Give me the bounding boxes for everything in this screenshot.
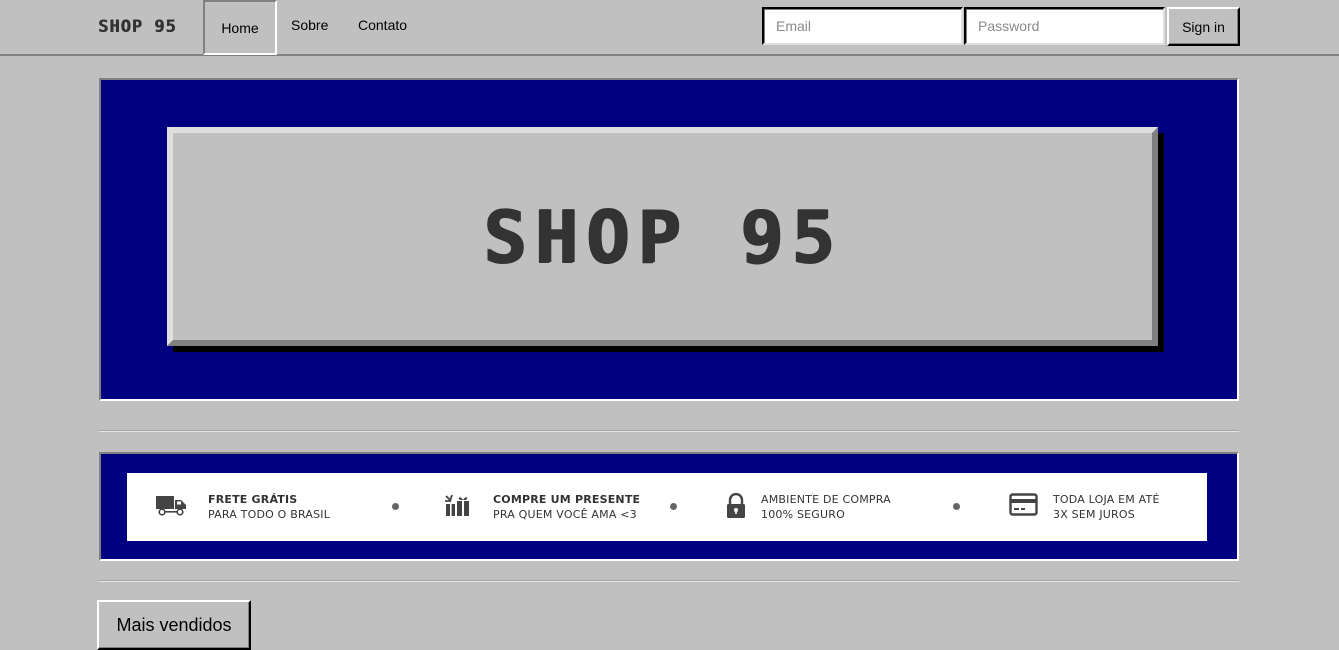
benefit-title: TODA LOJA EM ATÉ bbox=[1053, 493, 1160, 506]
hero-title: SHOP 95 bbox=[482, 195, 843, 279]
sign-in-button[interactable]: Sign in bbox=[1167, 7, 1240, 46]
benefits-strip: FRETE GRÁTIS PARA TODO O BRASIL COMPRE U… bbox=[127, 473, 1207, 541]
benefit-title: AMBIENTE DE COMPRA bbox=[761, 493, 891, 506]
password-input[interactable] bbox=[964, 7, 1165, 45]
divider bbox=[99, 580, 1239, 582]
navbar: SHOP 95 Home Sobre Contato Sign in bbox=[0, 0, 1339, 56]
separator-dot bbox=[392, 503, 399, 510]
benefit-text: AMBIENTE DE COMPRA 100% SEGURO bbox=[761, 492, 891, 522]
brand-logo[interactable]: SHOP 95 bbox=[98, 17, 177, 37]
email-input[interactable] bbox=[762, 7, 963, 45]
hero-panel: SHOP 95 bbox=[167, 127, 1158, 346]
best-sellers-button[interactable]: Mais vendidos bbox=[97, 600, 251, 650]
benefit-title: COMPRE UM PRESENTE bbox=[493, 493, 641, 506]
gift-icon bbox=[443, 493, 473, 524]
benefit-subtitle: PRA QUEM VOCÊ AMA <3 bbox=[493, 508, 637, 521]
nav-link-contato[interactable]: Contato bbox=[358, 0, 407, 55]
benefit-text: TODA LOJA EM ATÉ 3X SEM JUROS bbox=[1053, 492, 1160, 522]
nav-link-sobre[interactable]: Sobre bbox=[291, 0, 328, 55]
benefit-subtitle: 3X SEM JUROS bbox=[1053, 508, 1135, 521]
benefit-text: FRETE GRÁTIS PARA TODO O BRASIL bbox=[208, 492, 330, 522]
benefit-text: COMPRE UM PRESENTE PRA QUEM VOCÊ AMA <3 bbox=[493, 492, 640, 522]
benefit-subtitle: PARA TODO O BRASIL bbox=[208, 508, 331, 521]
benefits-bar: FRETE GRÁTIS PARA TODO O BRASIL COMPRE U… bbox=[99, 452, 1239, 561]
benefit-subtitle: 100% SEGURO bbox=[761, 508, 845, 521]
hero-banner: SHOP 95 bbox=[99, 78, 1239, 401]
divider bbox=[99, 430, 1239, 432]
credit-card-icon bbox=[1009, 493, 1039, 522]
benefit-title: FRETE GRÁTIS bbox=[208, 493, 298, 506]
nav-link-home[interactable]: Home bbox=[203, 0, 277, 55]
separator-dot bbox=[953, 503, 960, 510]
separator-dot bbox=[670, 503, 677, 510]
truck-icon bbox=[156, 493, 188, 522]
lock-icon bbox=[725, 492, 747, 524]
